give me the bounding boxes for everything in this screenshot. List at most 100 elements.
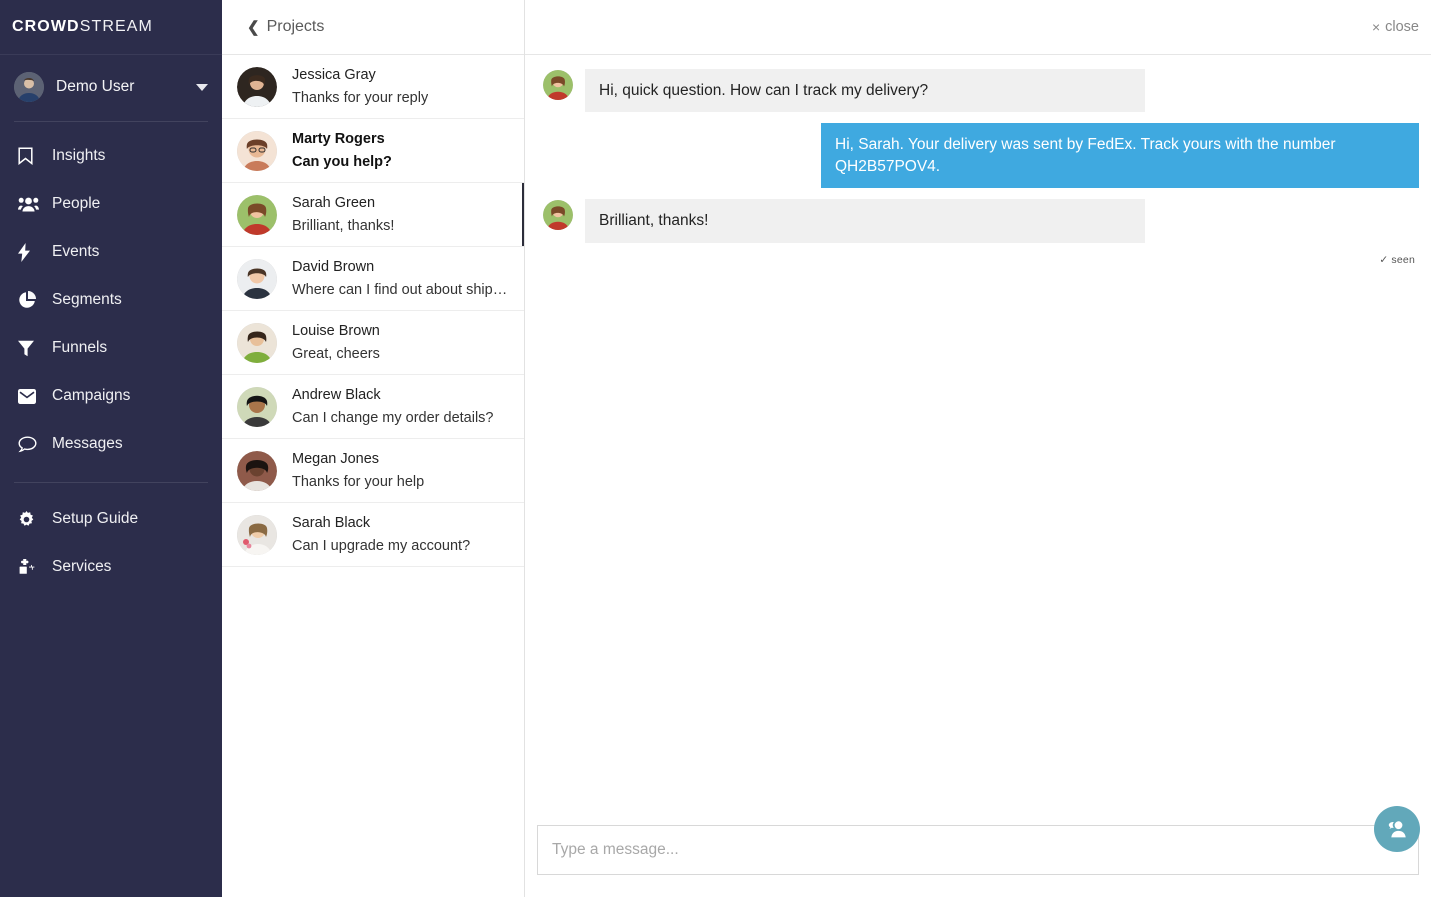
list-item-text: Sarah Green Brilliant, thanks! <box>292 192 394 237</box>
sidebar-item-segments[interactable]: Segments <box>0 276 222 324</box>
status-badge: ✓ seen <box>1379 254 1415 266</box>
list-item-text: Jessica Gray Thanks for your reply <box>292 64 428 109</box>
chevron-down-icon <box>196 84 208 91</box>
avatar <box>14 72 44 102</box>
message-row-incoming: Brilliant, thanks! <box>525 199 1431 242</box>
breadcrumb: Projects <box>267 18 325 36</box>
message-bubble: Hi, Sarah. Your delivery was sent by Fed… <box>821 123 1419 188</box>
conversation-name: Sarah Green <box>292 192 394 214</box>
sidebar-item-label: Events <box>52 244 99 260</box>
list-item-text: Andrew Black Can I change my order detai… <box>292 384 494 429</box>
message-bubble: Brilliant, thanks! <box>585 199 1145 242</box>
close-icon: × <box>1372 19 1380 35</box>
conversation-snippet: Can I upgrade my account? <box>292 535 470 557</box>
sidebar-item-funnels[interactable]: Funnels <box>0 324 222 372</box>
users-icon <box>18 196 44 212</box>
sidebar-divider-bottom <box>14 482 208 483</box>
chat-panel: × close Hi, quick question. How can I tr… <box>525 0 1431 897</box>
sidebar-item-events[interactable]: Events <box>0 228 222 276</box>
bolt-icon <box>18 243 44 262</box>
sidebar-item-services[interactable]: Services <box>0 543 222 591</box>
conversation-snippet: Can you help? <box>292 151 392 173</box>
avatar <box>237 515 277 555</box>
conversation-snippet: Can I change my order details? <box>292 407 494 429</box>
avatar <box>237 259 277 299</box>
sidebar-divider-top <box>14 121 208 122</box>
sidebar-item-insights[interactable]: Insights <box>0 132 222 180</box>
message-thread[interactable]: Hi, quick question. How can I track my d… <box>525 55 1431 809</box>
list-item[interactable]: Sarah Black Can I upgrade my account? <box>222 503 524 567</box>
gear-icon <box>18 511 44 528</box>
list-item-text: Marty Rogers Can you help? <box>292 128 392 173</box>
user-name-label: Demo User <box>56 78 196 96</box>
puzzle-icon <box>18 559 44 575</box>
list-item[interactable]: Sarah Green Brilliant, thanks! <box>222 183 524 247</box>
conversation-snippet: Thanks for your reply <box>292 87 428 109</box>
sidebar-item-label: Campaigns <box>52 388 130 404</box>
user-account-dropdown[interactable]: Demo User <box>0 59 222 115</box>
list-item[interactable]: Andrew Black Can I change my order detai… <box>222 375 524 439</box>
seen-indicator-row: ✓ seen <box>525 254 1431 266</box>
conversation-name: Marty Rogers <box>292 128 392 150</box>
close-button[interactable]: × close <box>1372 19 1419 35</box>
avatar <box>237 131 277 171</box>
close-button-label: close <box>1385 19 1419 35</box>
sidebar-item-messages[interactable]: Messages <box>0 420 222 468</box>
message-composer <box>525 809 1431 897</box>
envelope-icon <box>18 389 44 404</box>
brand-logo-strong: CROWD <box>12 18 80 36</box>
avatar <box>543 200 573 230</box>
avatar <box>237 323 277 363</box>
list-item-text: Megan Jones Thanks for your help <box>292 448 424 493</box>
sidebar-item-people[interactable]: People <box>0 180 222 228</box>
avatar <box>237 451 277 491</box>
message-row-incoming: Hi, quick question. How can I track my d… <box>525 69 1431 112</box>
sidebar-item-label: Funnels <box>52 340 107 356</box>
sidebar-item-label: Services <box>52 559 111 575</box>
sidebar-item-label: Insights <box>52 148 105 164</box>
list-item-text: David Brown Where can I find out about s… <box>292 256 510 301</box>
avatar <box>237 67 277 107</box>
sidebar-nav-footer: Setup Guide Services <box>0 495 222 591</box>
conversation-name: Sarah Black <box>292 512 470 534</box>
list-item-text: Sarah Black Can I upgrade my account? <box>292 512 470 557</box>
chat-header: × close <box>525 0 1431 55</box>
conversation-name: Jessica Gray <box>292 64 428 86</box>
conversation-name: Andrew Black <box>292 384 494 406</box>
back-to-projects-button[interactable]: ❮ Projects <box>222 0 524 55</box>
conversation-snippet: Thanks for your help <box>292 471 424 493</box>
message-row-outgoing: Hi, Sarah. Your delivery was sent by Fed… <box>525 123 1431 188</box>
list-item[interactable]: Marty Rogers Can you help? <box>222 119 524 183</box>
conversation-list[interactable]: Jessica Gray Thanks for your reply Marty… <box>222 55 524 897</box>
list-item[interactable]: David Brown Where can I find out about s… <box>222 247 524 311</box>
pie-chart-icon <box>18 291 44 309</box>
avatar <box>237 195 277 235</box>
sidebar-item-campaigns[interactable]: Campaigns <box>0 372 222 420</box>
funnel-icon <box>18 340 44 357</box>
add-person-button[interactable] <box>1374 806 1420 852</box>
message-input[interactable] <box>537 825 1419 875</box>
conversation-name: Louise Brown <box>292 320 380 342</box>
conversation-snippet: Great, cheers <box>292 343 380 365</box>
conversation-name: Megan Jones <box>292 448 424 470</box>
conversation-snippet: Where can I find out about shipping? <box>292 279 510 301</box>
chevron-left-icon: ❮ <box>247 18 260 36</box>
bookmark-icon <box>18 147 44 165</box>
sidebar-item-setup-guide[interactable]: Setup Guide <box>0 495 222 543</box>
sidebar-nav-main: Insights People Events <box>0 132 222 468</box>
conversation-snippet: Brilliant, thanks! <box>292 215 394 237</box>
list-item-text: Louise Brown Great, cheers <box>292 320 380 365</box>
conversation-list-panel: ❮ Projects Jessica Gray Thanks for your … <box>222 0 525 897</box>
conversation-name: David Brown <box>292 256 510 278</box>
brand-logo[interactable]: CROWDSTREAM <box>0 0 222 55</box>
list-item[interactable]: Louise Brown Great, cheers <box>222 311 524 375</box>
avatar <box>543 70 573 100</box>
sidebar-item-label: People <box>52 196 100 212</box>
list-item[interactable]: Megan Jones Thanks for your help <box>222 439 524 503</box>
list-item[interactable]: Jessica Gray Thanks for your reply <box>222 55 524 119</box>
message-bubble: Hi, quick question. How can I track my d… <box>585 69 1145 112</box>
add-person-icon <box>1387 820 1407 838</box>
sidebar-item-label: Setup Guide <box>52 511 138 527</box>
speech-bubble-icon <box>18 436 44 453</box>
sidebar: CROWDSTREAM Demo User Insights <box>0 0 222 897</box>
